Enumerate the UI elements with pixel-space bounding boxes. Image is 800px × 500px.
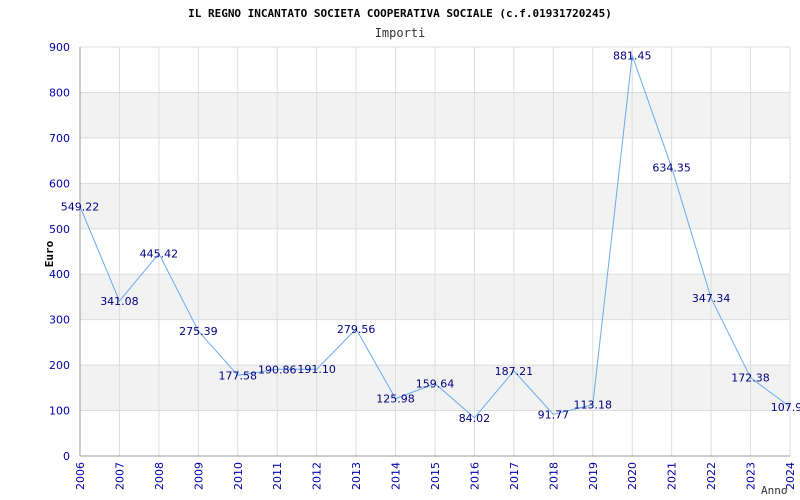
data-label: 445.42 — [140, 248, 179, 261]
y-tick-label: 600 — [49, 177, 70, 190]
y-tick-label: 400 — [49, 268, 70, 281]
x-tick-label: 2011 — [271, 462, 284, 490]
x-tick-label: 2009 — [192, 462, 205, 490]
x-tick-labels: 2006 2007 2008 2009 2010 2011 2012 2013 2014 2015… — [74, 462, 797, 490]
y-axis-label: Euro — [43, 240, 56, 267]
y-tick-label: 100 — [49, 405, 70, 418]
data-label: 125.98 — [376, 393, 415, 406]
y-tick-label: 0 — [63, 450, 70, 463]
x-tick-label: 2019 — [587, 462, 600, 490]
data-label: 881.45 — [613, 49, 652, 62]
x-tick-label: 2007 — [113, 462, 126, 490]
data-label: 191.10 — [297, 363, 336, 376]
data-label: 549.22 — [61, 200, 100, 213]
data-label: 159.64 — [416, 377, 455, 390]
y-tick-label: 800 — [49, 86, 70, 99]
x-tick-label: 2020 — [626, 462, 639, 490]
data-label: 113.18 — [574, 399, 613, 412]
x-tick-label: 2012 — [311, 462, 324, 490]
data-label: 187.21 — [495, 365, 534, 378]
data-label: 84.02 — [459, 412, 491, 425]
x-tick-label: 2023 — [745, 462, 758, 490]
data-label: 91.77 — [538, 408, 570, 421]
data-label: 347.34 — [692, 292, 731, 305]
y-tick-label: 700 — [49, 132, 70, 145]
data-label: 190.86 — [258, 363, 297, 376]
data-label: 279.56 — [337, 323, 376, 336]
x-tick-label: 2017 — [508, 462, 521, 490]
x-tick-label: 2006 — [74, 462, 87, 490]
data-label: 177.58 — [219, 369, 258, 382]
x-tick-label: 2008 — [153, 462, 166, 490]
y-tick-label: 300 — [49, 314, 70, 327]
y-tick-label: 500 — [49, 223, 70, 236]
data-label: 107.98 — [771, 401, 800, 414]
x-tick-label: 2015 — [429, 462, 442, 490]
data-label: 172.38 — [731, 372, 770, 385]
x-tick-label: 2022 — [705, 462, 718, 490]
x-tick-label: 2013 — [350, 462, 363, 490]
x-tick-label: 2010 — [232, 462, 245, 490]
x-tick-label: 2016 — [468, 462, 481, 490]
x-tick-label: 2021 — [666, 462, 679, 490]
x-tick-label: 2014 — [390, 462, 403, 490]
data-label: 275.39 — [179, 325, 218, 338]
data-label: 634.35 — [652, 162, 691, 175]
x-tick-label: 2018 — [547, 462, 560, 490]
data-label: 341.08 — [100, 295, 139, 308]
chart-subtitle: Importi — [375, 26, 426, 40]
y-tick-label: 200 — [49, 359, 70, 372]
line-chart: IL REGNO INCANTATO SOCIETA COOPERATIVA S… — [43, 7, 800, 497]
chart-title: IL REGNO INCANTATO SOCIETA COOPERATIVA S… — [188, 7, 612, 20]
x-axis-label: Anno — [761, 484, 788, 497]
y-tick-label: 900 — [49, 41, 70, 54]
